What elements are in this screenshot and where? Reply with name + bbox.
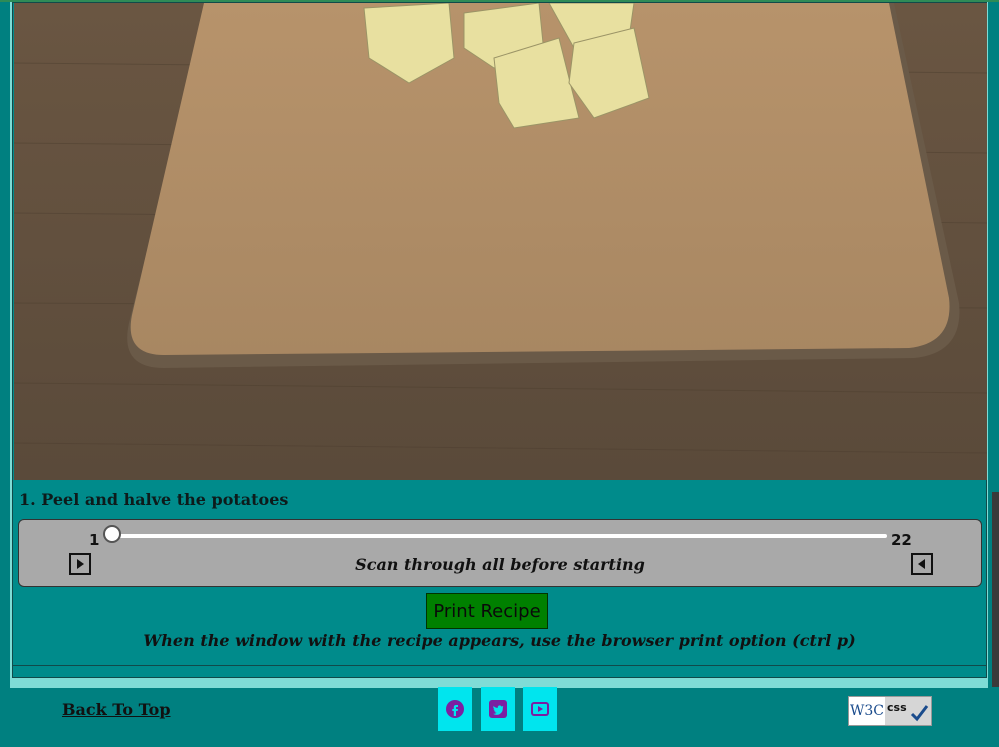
recipe-step-card: 1. Peel and halve the potatoes 1 22 Scan… xyxy=(12,2,987,678)
twitter-icon[interactable] xyxy=(481,687,515,731)
print-recipe-button[interactable]: Print Recipe xyxy=(426,593,548,629)
youtube-icon[interactable] xyxy=(523,687,557,731)
footer: Back To Top W3C css xyxy=(0,686,999,747)
css-label: css xyxy=(887,701,907,714)
back-to-top-link[interactable]: Back To Top xyxy=(62,700,171,719)
scrollbar[interactable] xyxy=(992,492,999,687)
facebook-icon[interactable] xyxy=(438,687,472,731)
card-divider xyxy=(13,665,986,666)
slider-max-label: 22 xyxy=(891,531,912,549)
w3c-css-badge[interactable]: W3C css xyxy=(848,696,932,726)
step-slider-thumb[interactable] xyxy=(103,525,121,543)
css-label-box: css xyxy=(885,697,931,725)
play-left-icon[interactable] xyxy=(911,553,933,575)
slider-min-label: 1 xyxy=(89,531,100,549)
step-slider-panel: 1 22 Scan through all before starting xyxy=(18,519,982,587)
step-slider-track[interactable] xyxy=(111,534,887,538)
step-description: 1. Peel and halve the potatoes xyxy=(19,490,289,509)
slider-hint: Scan through all before starting xyxy=(355,555,645,574)
print-note: When the window with the recipe appears,… xyxy=(143,631,856,650)
page-container: 1. Peel and halve the potatoes 1 22 Scan… xyxy=(0,0,999,688)
checkmark-icon xyxy=(910,705,929,722)
w3c-logo: W3C xyxy=(849,697,885,725)
step-photo xyxy=(14,3,987,480)
